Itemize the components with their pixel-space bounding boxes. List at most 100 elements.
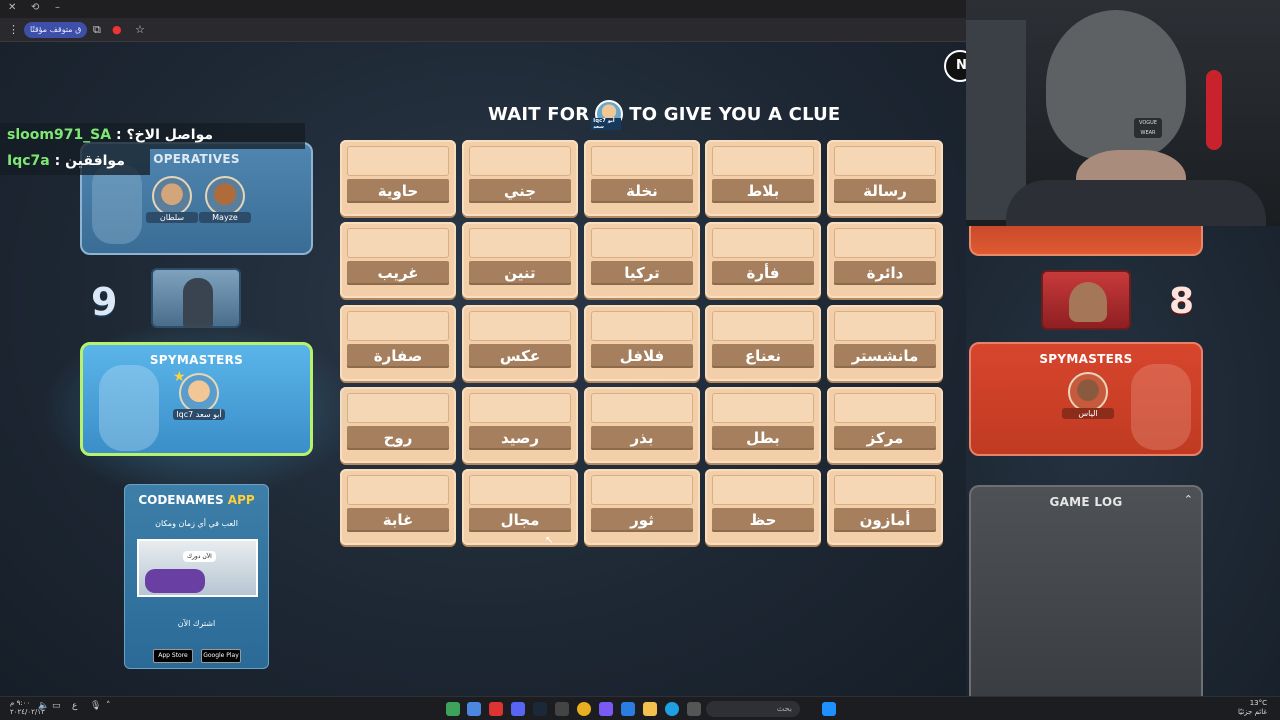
- word-card[interactable]: غابة: [340, 469, 456, 545]
- word-card[interactable]: بطل: [705, 387, 821, 463]
- card-word: حاوية: [347, 179, 449, 203]
- taskbar-weather[interactable]: 13°C غائم جزئيًا: [1238, 699, 1267, 717]
- card-word: تنين: [469, 261, 571, 285]
- card-picture-area: [469, 228, 571, 258]
- word-card[interactable]: غريب: [340, 222, 456, 298]
- promo-cta[interactable]: اشترك الآن: [125, 619, 268, 628]
- word-card[interactable]: بلاط: [705, 140, 821, 216]
- calendar-app-icon[interactable]: [489, 702, 503, 716]
- promo-title-main: CODENAMES: [138, 493, 224, 507]
- avatar: [1068, 372, 1108, 412]
- word-card[interactable]: تركيا: [584, 222, 700, 298]
- codenames-app-promo[interactable]: CODENAMES APP العب في أي زمان ومكان الآن…: [124, 484, 269, 669]
- word-card[interactable]: عكس: [462, 305, 578, 381]
- spymaster-avatar: Iqc7 أبو سعد: [591, 100, 624, 130]
- webcam-overlay: VOGUE WEAR: [966, 0, 1280, 226]
- blue-spymaster[interactable]: Iqc7 أبو سعد: [173, 373, 225, 420]
- word-card[interactable]: جني: [462, 140, 578, 216]
- clue-header: WAIT FOR Iqc7 أبو سعد TO GIVE YOU A CLUE: [488, 100, 840, 130]
- card-picture-area: [347, 393, 449, 423]
- blue-operative-1[interactable]: سلطان: [146, 176, 198, 223]
- microphone-icon[interactable]: 🎙: [90, 701, 101, 711]
- app-icon[interactable]: [599, 702, 613, 716]
- speaker-icon[interactable]: 🔈: [38, 701, 49, 711]
- card-word: روح: [347, 426, 449, 450]
- card-word: دائرة: [834, 261, 936, 285]
- word-card[interactable]: مركز: [827, 387, 943, 463]
- clue-prefix: WAIT FOR: [488, 103, 590, 125]
- close-window-icon[interactable]: ✕: [8, 2, 16, 13]
- card-picture-area: [469, 393, 571, 423]
- word-board: حاوية جني نخلة بلاط رسالة غريب تنين تركيا فأرة دا…: [340, 140, 943, 546]
- red-operatives-panel[interactable]: [969, 226, 1203, 256]
- card-word: صفارة: [347, 344, 449, 368]
- discord-icon[interactable]: [511, 702, 525, 716]
- chrome-icon[interactable]: [577, 702, 591, 716]
- menu-dots-icon[interactable]: ⋮: [8, 23, 19, 36]
- promo-illustration: الآن دورك: [137, 539, 258, 597]
- chat-separator: :: [111, 127, 127, 143]
- word-card[interactable]: رسالة: [827, 140, 943, 216]
- card-word: نعناع: [712, 344, 814, 368]
- paused-profile-chip[interactable]: ق متوقف مؤقتًا: [24, 22, 88, 38]
- chat-user: Iqc7a: [7, 153, 50, 169]
- background-wall: [966, 20, 1026, 220]
- word-card[interactable]: ثور: [584, 469, 700, 545]
- google-play-badge[interactable]: Google Play: [201, 649, 241, 663]
- record-icon[interactable]: ●: [112, 23, 122, 36]
- word-card[interactable]: دائرة: [827, 222, 943, 298]
- word-card[interactable]: صفارة: [340, 305, 456, 381]
- card-picture-area: [469, 146, 571, 176]
- word-card[interactable]: مجال: [462, 469, 578, 545]
- card-picture-area: [347, 311, 449, 341]
- avatar: [179, 373, 219, 413]
- beanie-hat: [1046, 10, 1186, 160]
- word-card[interactable]: تنين: [462, 222, 578, 298]
- game-log-panel[interactable]: GAME LOG ⌃: [969, 485, 1203, 696]
- file-explorer-icon[interactable]: [643, 702, 657, 716]
- widgets-icon[interactable]: [446, 702, 460, 716]
- card-word: عكس: [469, 344, 571, 368]
- word-card[interactable]: حظ: [705, 469, 821, 545]
- start-windows-icon[interactable]: [822, 702, 836, 716]
- word-card[interactable]: نخلة: [584, 140, 700, 216]
- weather-temp: 13°C: [1249, 699, 1268, 707]
- taskbar-search[interactable]: بحث: [706, 701, 800, 717]
- word-card[interactable]: نعناع: [705, 305, 821, 381]
- obs-icon[interactable]: [555, 702, 569, 716]
- steam-icon[interactable]: [533, 702, 547, 716]
- word-card[interactable]: حاوية: [340, 140, 456, 216]
- card-picture-area: [347, 146, 449, 176]
- apps-grid-icon[interactable]: [467, 702, 481, 716]
- word-card[interactable]: بذر: [584, 387, 700, 463]
- word-card[interactable]: فأرة: [705, 222, 821, 298]
- store-icon[interactable]: [621, 702, 635, 716]
- restore-window-icon[interactable]: ⟲: [31, 2, 39, 13]
- language-icon[interactable]: ع: [72, 701, 77, 711]
- red-spymasters-panel[interactable]: SPYMASTERS الياس: [969, 342, 1203, 456]
- card-word: مانشستر: [834, 344, 936, 368]
- minimize-window-icon[interactable]: –: [55, 2, 60, 13]
- terminal-icon[interactable]: [687, 702, 701, 716]
- word-card[interactable]: رصيد: [462, 387, 578, 463]
- word-card[interactable]: مانشستر: [827, 305, 943, 381]
- player-name: Mayze: [199, 212, 251, 223]
- chevron-up-icon[interactable]: ⌃: [1184, 493, 1193, 506]
- extensions-icon[interactable]: ⧉: [93, 23, 101, 37]
- blue-spymasters-title: SPYMASTERS: [149, 353, 244, 367]
- red-spymasters-title: SPYMASTERS: [1039, 352, 1133, 366]
- card-word: رصيد: [469, 426, 571, 450]
- app-store-badge[interactable]: App Store: [153, 649, 193, 663]
- network-icon[interactable]: ▭: [52, 701, 61, 711]
- bookmark-star-icon[interactable]: ☆: [135, 23, 145, 36]
- word-card[interactable]: أمازون: [827, 469, 943, 545]
- blue-agent-card: [151, 268, 241, 328]
- red-spymaster[interactable]: الياس: [1062, 372, 1114, 419]
- chat-separator: :: [49, 153, 66, 169]
- blue-operative-2[interactable]: Mayze: [199, 176, 251, 223]
- card-word: جني: [469, 179, 571, 203]
- word-card[interactable]: فلافل: [584, 305, 700, 381]
- tray-chevron-icon[interactable]: ˄: [106, 701, 111, 711]
- blue-spymasters-panel[interactable]: SPYMASTERS ★ Iqc7 أبو سعد: [80, 342, 313, 456]
- edge-icon[interactable]: [665, 702, 679, 716]
